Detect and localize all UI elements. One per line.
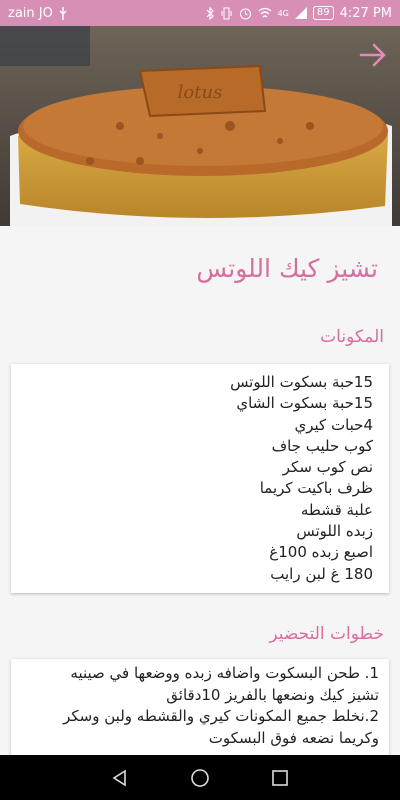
status-right: 4G 89 4:27 PM	[206, 6, 392, 21]
triangle-back-icon	[112, 769, 126, 786]
ingredient-item: 180 غ لبن رايب	[270, 564, 373, 583]
status-bar: zain JO 4G 89 4:27 PM	[0, 0, 400, 26]
nav-recents-button[interactable]	[269, 767, 291, 789]
usb-icon	[59, 6, 67, 20]
signal-icon	[294, 7, 307, 19]
clock: 4:27 PM	[339, 5, 392, 21]
alarm-icon	[239, 8, 251, 19]
recipe-content[interactable]: تشيز كيك اللوتس المكونات 15حبة بسكوت الل…	[0, 226, 400, 755]
status-left: zain JO	[8, 6, 67, 21]
ingredient-item: كوب حليب جاف	[271, 436, 373, 455]
step-line: 2.نخلط جميع المكونات كيري والقشطه ولبن و…	[63, 707, 379, 725]
ingredient-item: 15حبة بسكوت الشاي	[236, 394, 373, 413]
ingredient-item: ظرف باكيت كريما	[259, 479, 373, 498]
ingredient-item: زبده اللوتس	[296, 522, 373, 541]
ingredient-item: نص كوب سكر	[282, 458, 373, 477]
carrier-name: zain JO	[8, 5, 53, 21]
network-type: 4G	[277, 8, 289, 18]
steps-label: خطوات التحضير	[269, 624, 384, 644]
recipe-title: تشيز كيك اللوتس	[196, 254, 378, 283]
vibrate-icon	[221, 7, 232, 19]
step-line: 1. طحن البسكوت واضافه زبده ووضعها في صين…	[70, 664, 379, 682]
step-line: وكريما نضعه فوق البسكوت	[208, 728, 379, 747]
step-line: تشيز كيك ونضعها بالفريز 10دقائق	[166, 685, 379, 704]
steps-card: 1. طحن البسكوت واضافه زبده ووضعها في صين…	[11, 659, 389, 755]
recipe-image: lotus	[0, 26, 400, 226]
cheesecake-photo: lotus	[0, 26, 400, 226]
bluetooth-icon	[206, 6, 214, 20]
square-recents-icon	[272, 769, 288, 786]
ingredient-item: 15حبة بسكوت اللوتس	[230, 373, 373, 391]
svg-text:lotus: lotus	[178, 82, 223, 103]
nav-home-button[interactable]	[189, 767, 211, 789]
system-nav-bar	[0, 755, 400, 800]
ingredients-card: 15حبة بسكوت اللوتس 15حبة بسكوت الشاي 4حب…	[11, 364, 389, 593]
battery-level: 89	[312, 6, 334, 20]
ingredient-item: اصبع زبده 100غ	[269, 543, 373, 562]
circle-home-icon	[191, 768, 209, 787]
ingredients-label: المكونات	[320, 327, 384, 347]
nav-back-button[interactable]	[109, 767, 131, 789]
ingredient-item: علبة قشطه	[300, 500, 373, 519]
ingredient-item: 4حبات كيري	[294, 415, 374, 434]
arrow-right-icon[interactable]	[358, 40, 388, 70]
wifi-icon	[258, 7, 271, 18]
